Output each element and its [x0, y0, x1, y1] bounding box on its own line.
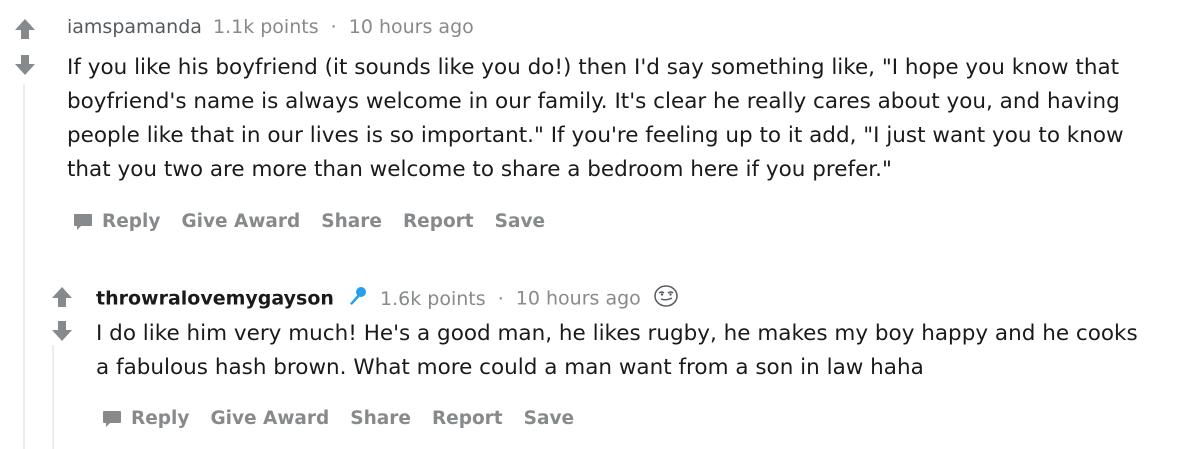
comment-timestamp[interactable]: 10 hours ago — [349, 16, 474, 38]
comment-meta: iamspamanda 1.1k points · 10 hours ago — [67, 15, 474, 39]
save-button[interactable]: Save — [524, 407, 574, 431]
thread-line-1[interactable] — [23, 84, 25, 449]
report-button[interactable]: Report — [403, 210, 474, 234]
microphone-icon — [346, 285, 368, 313]
upvote-arrow-icon[interactable] — [47, 282, 77, 312]
comment-timestamp[interactable]: 10 hours ago — [516, 288, 641, 310]
comment-author[interactable]: throwralovemygayson — [96, 288, 334, 310]
comment-body: If you like his boyfriend (it sounds lik… — [67, 51, 1124, 187]
report-button[interactable]: Report — [432, 407, 503, 431]
chat-bubble-icon — [72, 211, 94, 233]
upvote-arrow-icon[interactable] — [10, 14, 40, 44]
downvote-arrow-icon[interactable] — [10, 50, 40, 80]
give-award-button[interactable]: Give Award — [210, 407, 329, 431]
smirk-face-icon — [653, 284, 679, 314]
meta-separator: · — [330, 16, 337, 38]
reply-label: Reply — [131, 408, 190, 429]
thread-line-2[interactable] — [52, 345, 54, 449]
comment-body-line: that you two are more than welcome to sh… — [67, 157, 892, 182]
reply-button[interactable]: Reply — [101, 407, 189, 431]
comment-body-line: I do like him very much! He's a good man… — [96, 321, 1138, 346]
comment-points: 1.6k points — [380, 287, 486, 310]
save-button[interactable]: Save — [495, 210, 545, 234]
reply-button[interactable]: Reply — [72, 210, 160, 234]
comment-points: 1.1k points — [212, 16, 319, 38]
comment-meta: throwralovemygayson 1.6k points · 10 hou… — [96, 284, 679, 314]
comment-body-line: people like that in our lives is so impo… — [67, 123, 1124, 148]
comment-author[interactable]: iamspamanda — [67, 16, 202, 38]
comment-actions: Reply Give Award Share Report Save — [72, 210, 566, 234]
share-button[interactable]: Share — [350, 407, 411, 431]
comment-body-line: boyfriend's name is always welcome in ou… — [67, 89, 1120, 114]
give-award-button[interactable]: Give Award — [181, 210, 300, 234]
share-button[interactable]: Share — [321, 210, 382, 234]
downvote-arrow-icon[interactable] — [47, 316, 77, 346]
comment-body: I do like him very much! He's a good man… — [96, 317, 1138, 385]
chat-bubble-icon — [101, 408, 123, 430]
comment-body-line: a fabulous hash brown. What more could a… — [96, 355, 924, 380]
meta-separator: · — [497, 287, 504, 310]
comment-body-line: If you like his boyfriend (it sounds lik… — [67, 55, 1120, 80]
comment-actions: Reply Give Award Share Report Save — [101, 407, 595, 431]
reply-label: Reply — [102, 211, 161, 232]
